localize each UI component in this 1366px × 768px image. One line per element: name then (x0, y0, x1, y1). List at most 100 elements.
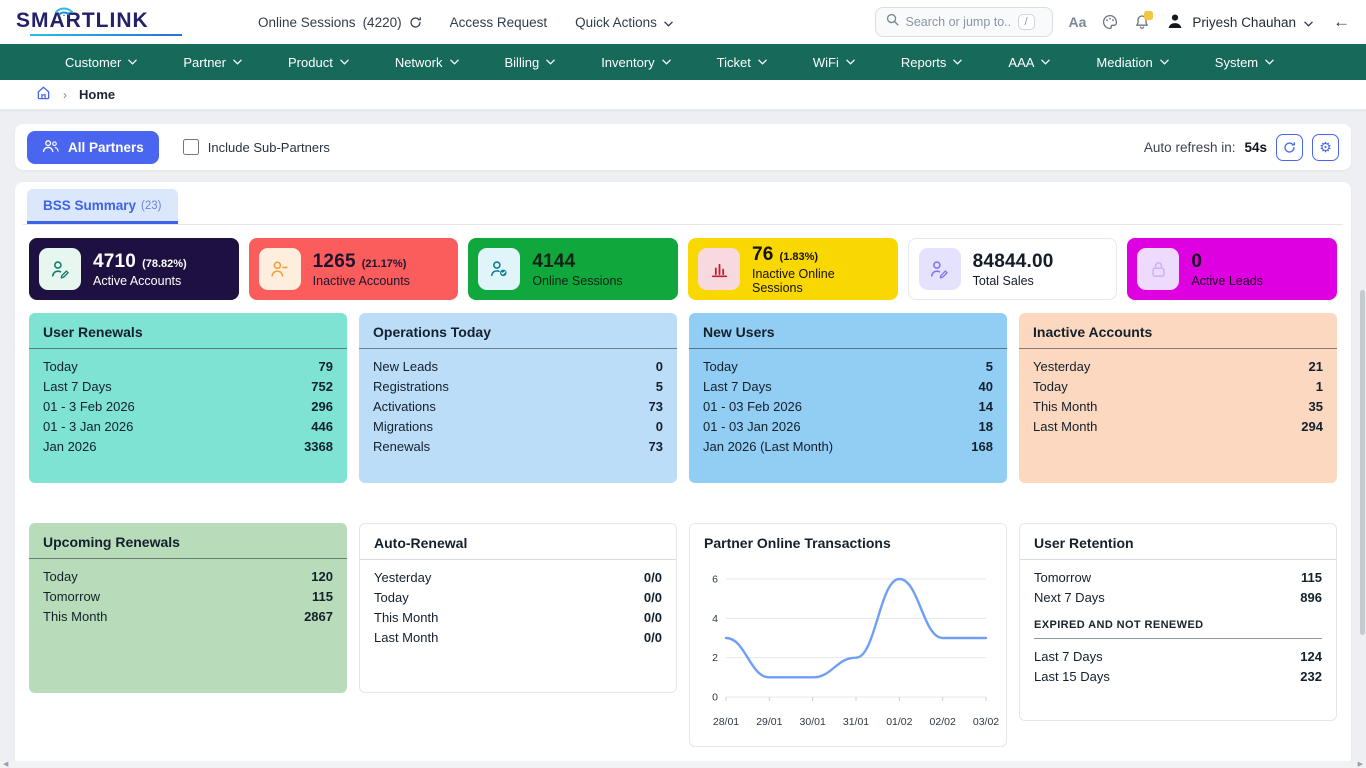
svg-text:4: 4 (712, 613, 718, 625)
row-label: This Month (43, 609, 107, 624)
tab-bss-summary[interactable]: BSS Summary (23) (27, 189, 178, 224)
partners-people-icon (42, 139, 59, 156)
row-value: 115 (1301, 570, 1322, 585)
stat-card-active-leads[interactable]: 0 Active Leads (1127, 238, 1337, 300)
row-label: This Month (1033, 399, 1097, 414)
row-label: Last 7 Days (703, 379, 772, 394)
row-value: 1 (1316, 379, 1323, 394)
all-partners-label: All Partners (68, 140, 144, 155)
stat-text: 4710(78.82%) Active Accounts (93, 251, 187, 288)
panel-row: This Month0/0 (374, 607, 662, 627)
nav-item-system[interactable]: System (1192, 44, 1297, 80)
row-label: Tomorrow (1034, 570, 1091, 585)
text-size-toggle[interactable]: Aa (1069, 14, 1087, 30)
all-partners-button[interactable]: All Partners (27, 131, 159, 164)
panel-row: Tomorrow 115 (1034, 567, 1322, 587)
settings-gear-button[interactable]: ⚙ (1312, 134, 1339, 161)
nav-item-billing[interactable]: Billing (482, 44, 579, 80)
panel-row: Jan 2026 (Last Month)168 (703, 436, 993, 456)
panel-row: 01 - 03 Feb 202614 (703, 396, 993, 416)
row-label: Today (703, 359, 738, 374)
user-name: Priyesh Chauhan (1192, 15, 1296, 30)
row-label: 01 - 03 Jan 2026 (703, 419, 801, 434)
stat-card-inactive-online-sessions[interactable]: 76(1.83%) Inactive Online Sessions (688, 238, 898, 300)
nav-item-partner[interactable]: Partner (160, 44, 265, 80)
row-value: 120 (311, 569, 333, 584)
row-label: Last Month (1033, 419, 1097, 434)
notifications-bell-icon[interactable] (1134, 14, 1150, 30)
scroll-right-arrow-icon[interactable]: ▶ (1358, 761, 1363, 768)
nav-label: System (1215, 55, 1258, 70)
access-request-link[interactable]: Access Request (450, 15, 548, 30)
nav-item-mediation[interactable]: Mediation (1073, 44, 1191, 80)
panel-upcoming-renewals: Upcoming Renewals Today120 Tomorrow115 T… (29, 523, 347, 693)
row-label: Renewals (373, 439, 430, 454)
row-value: 232 (1300, 669, 1322, 684)
nav-label: Partner (183, 55, 226, 70)
panel-row: Today79 (43, 356, 333, 376)
search-input[interactable] (906, 15, 1011, 29)
scroll-left-arrow-icon[interactable]: ◀ (3, 761, 8, 768)
nav-item-customer[interactable]: Customer (42, 44, 160, 80)
logo-underline (30, 34, 182, 36)
stat-card-online-sessions[interactable]: 4144 Online Sessions (468, 238, 678, 300)
stat-value: 76 (752, 244, 774, 266)
brand-logo[interactable]: SMARTLINK (16, 9, 216, 36)
row-label: Migrations (373, 419, 433, 434)
stat-value: 4710 (93, 251, 136, 273)
bar-chart-icon (698, 248, 740, 290)
breadcrumb-page[interactable]: Home (79, 87, 115, 102)
quick-actions-menu[interactable]: Quick Actions (575, 15, 673, 30)
user-edit-icon (39, 248, 81, 290)
row-value: 446 (311, 419, 333, 434)
stat-value: 84844.00 (973, 251, 1054, 273)
refresh-icon[interactable] (409, 16, 422, 29)
vertical-scrollbar[interactable] (1360, 290, 1365, 635)
panel-row: Migrations0 (373, 416, 663, 436)
online-sessions-link[interactable]: Online Sessions (4220) (258, 15, 422, 30)
user-menu[interactable]: Priyesh Chauhan (1166, 12, 1313, 33)
nav-item-network[interactable]: Network (372, 44, 482, 80)
stat-card-inactive-accounts[interactable]: 1265(21.17%) Inactive Accounts (249, 238, 459, 300)
include-sub-partners: Include Sub-Partners (183, 139, 330, 155)
nav-item-inventory[interactable]: Inventory (578, 44, 693, 80)
nav-item-reports[interactable]: Reports (878, 44, 986, 80)
include-sub-partners-label: Include Sub-Partners (208, 140, 330, 155)
header-links: Online Sessions (4220) Access Request Qu… (258, 15, 673, 30)
panel-row: 01 - 3 Feb 2026296 (43, 396, 333, 416)
panel-row: Today0/0 (374, 587, 662, 607)
row-label: New Leads (373, 359, 438, 374)
nav-item-product[interactable]: Product (265, 44, 372, 80)
panel-row: This Month2867 (43, 606, 333, 626)
nav-item-aaa[interactable]: AAA (985, 44, 1073, 80)
nav-item-ticket[interactable]: Ticket (694, 44, 790, 80)
horizontal-scrollbar[interactable]: ◀▶ (0, 761, 1366, 768)
nav-item-wifi[interactable]: WiFi (790, 44, 878, 80)
collapse-back-arrow-icon[interactable]: ← (1333, 12, 1350, 32)
stat-label: Inactive Accounts (313, 274, 410, 288)
stat-card-active-accounts[interactable]: 4710(78.82%) Active Accounts (29, 238, 239, 300)
panel-title: Auto-Renewal (360, 524, 676, 560)
stat-card-total-sales[interactable]: 84844.00 Total Sales (908, 238, 1118, 300)
panel-row: Last 7 Days752 (43, 376, 333, 396)
panel-title: Inactive Accounts (1019, 313, 1337, 349)
row-value: 294 (1301, 419, 1323, 434)
row-value: 115 (312, 589, 333, 604)
refresh-now-button[interactable] (1276, 134, 1303, 161)
row-value: 0 (656, 359, 663, 374)
panel-row: Yesterday21 (1033, 356, 1323, 376)
global-search[interactable]: / (875, 7, 1053, 37)
theme-palette-icon[interactable] (1102, 14, 1118, 30)
home-icon[interactable] (36, 85, 51, 105)
stat-text: 1265(21.17%) Inactive Accounts (313, 251, 410, 288)
nav-label: Product (288, 55, 333, 70)
svg-text:28/01: 28/01 (713, 716, 739, 728)
row-label: 01 - 03 Feb 2026 (703, 399, 802, 414)
row-value: 73 (649, 399, 663, 414)
row-label: 01 - 3 Jan 2026 (43, 419, 133, 434)
tab-count: (23) (141, 200, 161, 212)
dashboard-card: BSS Summary (23) 4710(78.82%) Active Acc… (15, 182, 1351, 768)
include-sub-partners-checkbox[interactable] (183, 139, 199, 155)
panel-row-2: Upcoming Renewals Today120 Tomorrow115 T… (23, 521, 1343, 749)
row-label: 01 - 3 Feb 2026 (43, 399, 135, 414)
